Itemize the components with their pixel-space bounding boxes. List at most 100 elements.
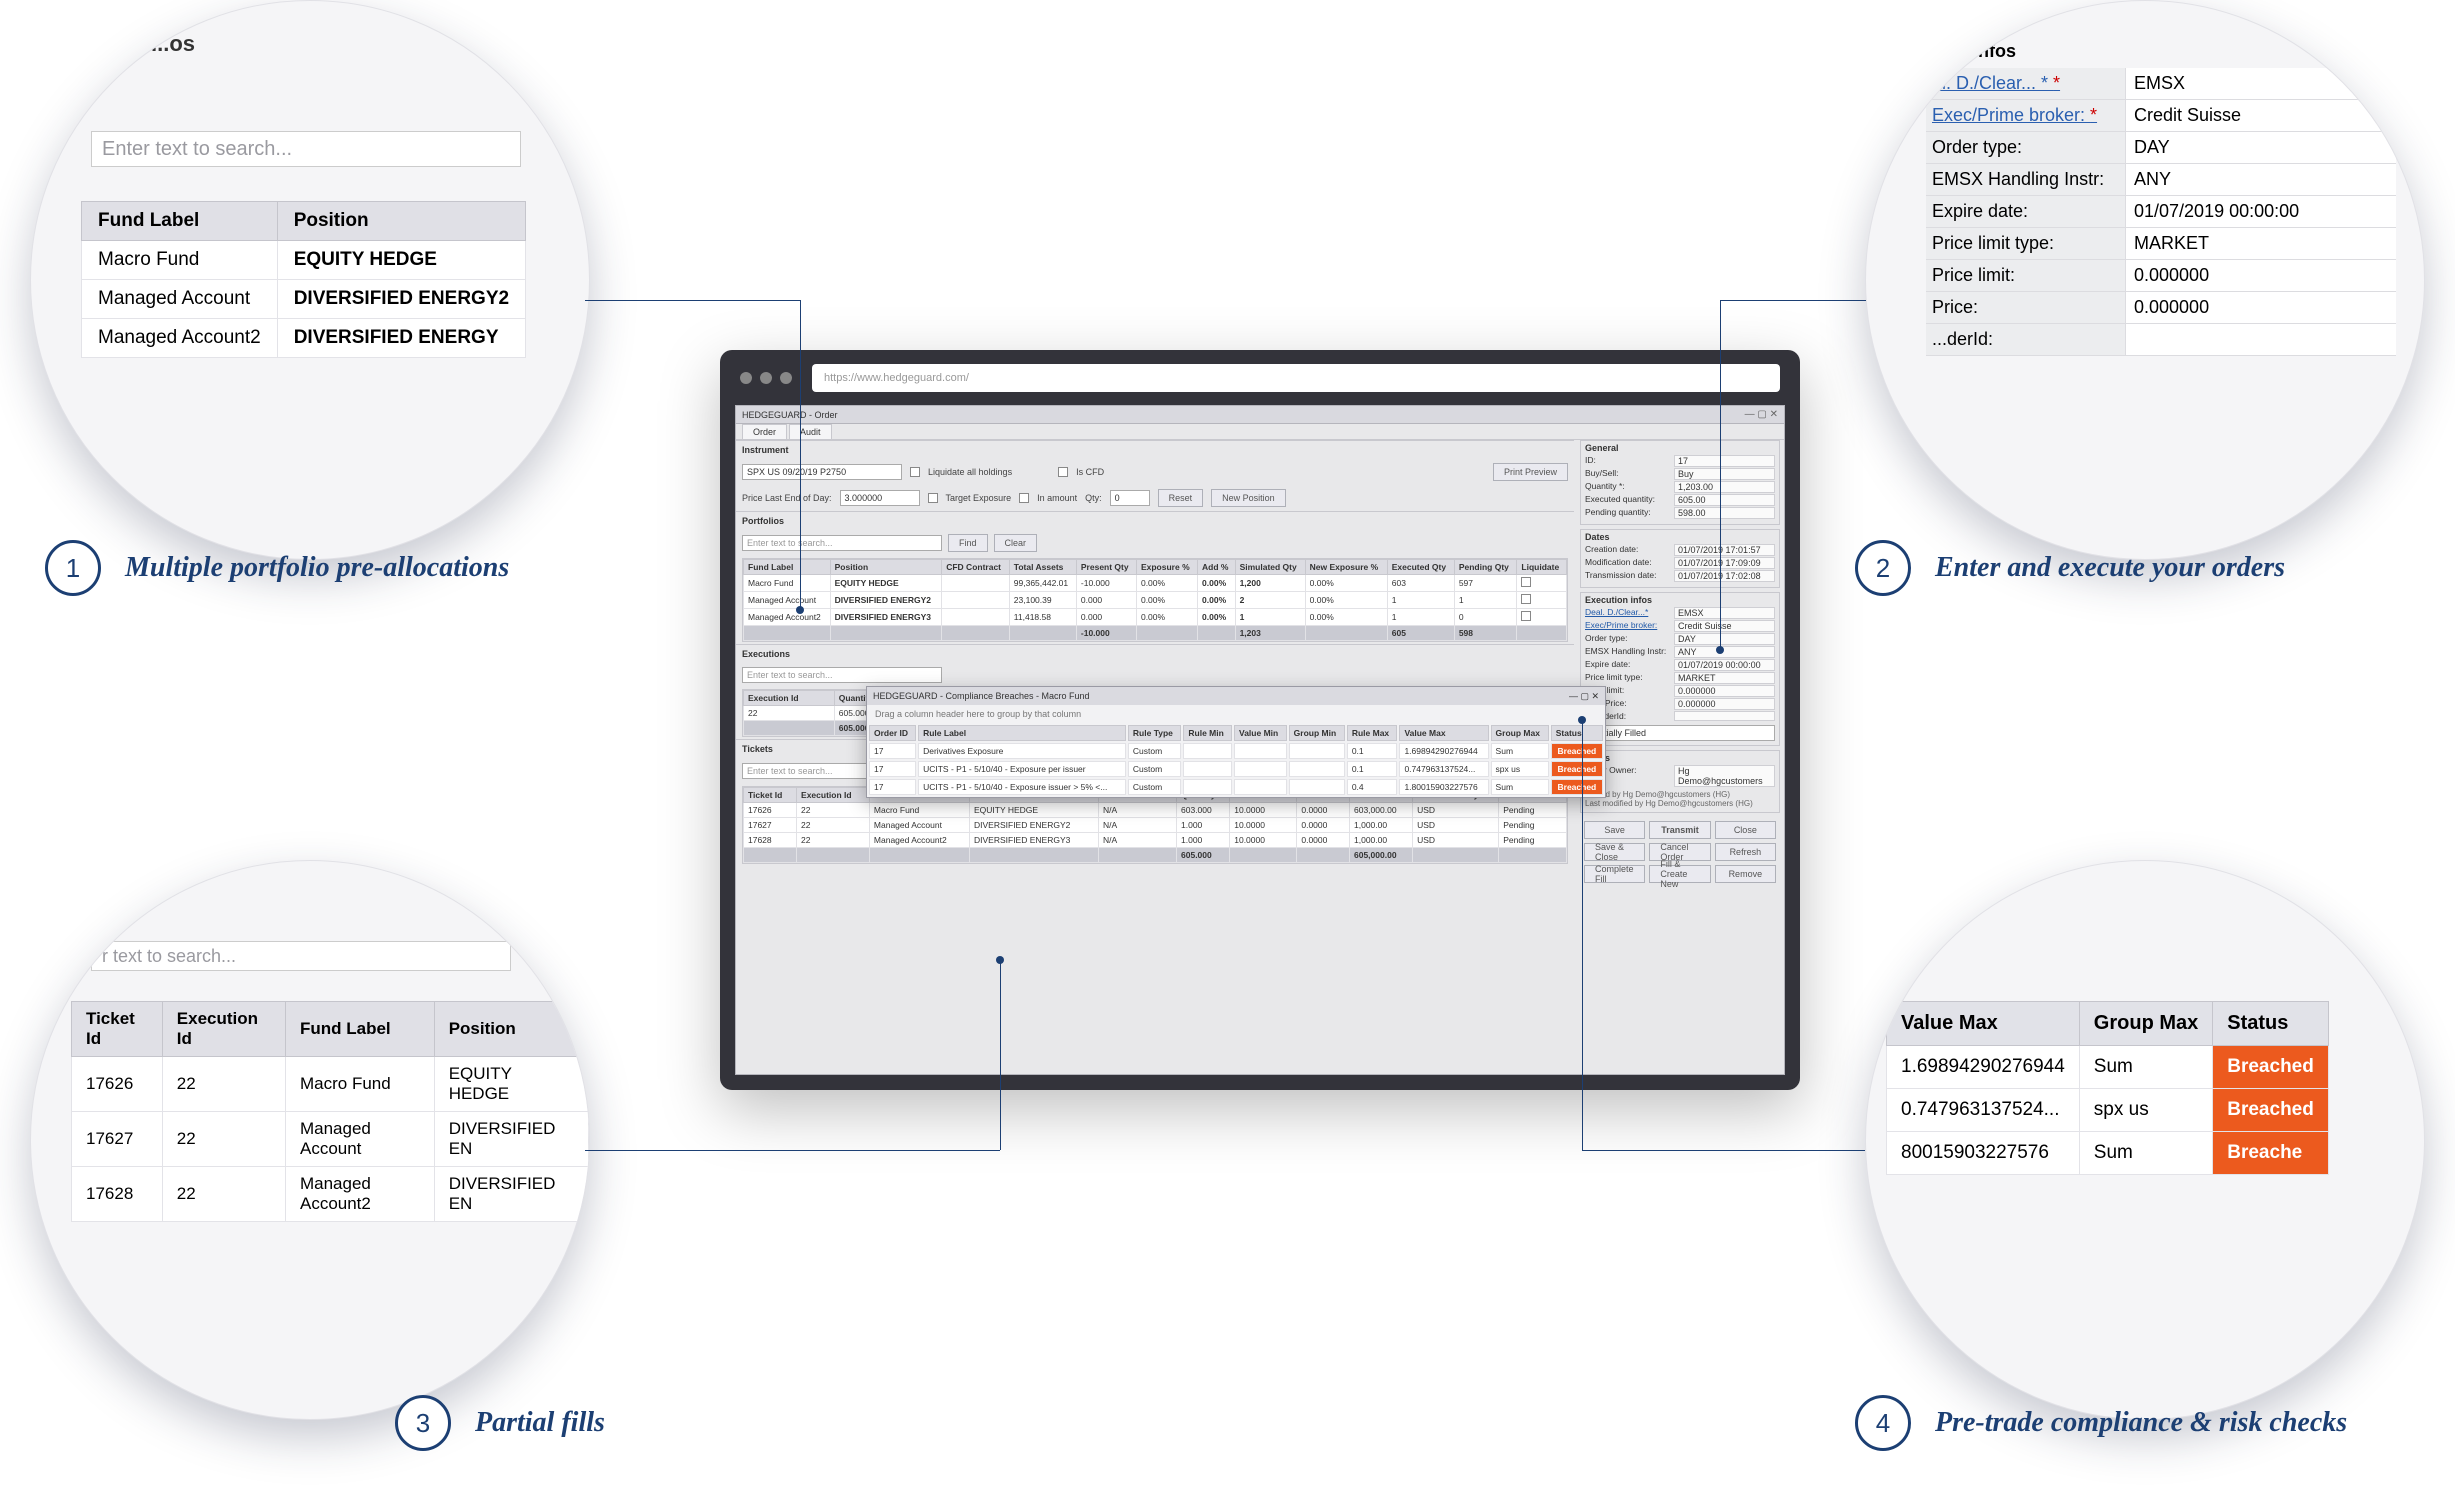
- column-header[interactable]: New Exposure %: [1305, 560, 1387, 575]
- price-label: Price Last End of Day:: [742, 493, 832, 503]
- table-row[interactable]: 17Derivatives ExposureCustom0.11.6989429…: [869, 743, 1603, 759]
- liquidate-row-checkbox[interactable]: [1521, 611, 1531, 621]
- column-header[interactable]: Pending Qty: [1454, 560, 1517, 575]
- column-header[interactable]: Simulated Qty: [1235, 560, 1305, 575]
- column-header[interactable]: Rule Max: [1347, 725, 1398, 741]
- save-close-button[interactable]: Save & Close: [1584, 843, 1645, 861]
- save-button[interactable]: Save: [1584, 821, 1645, 839]
- compliance-grid[interactable]: Order IDRule LabelRule TypeRule MinValue…: [867, 723, 1605, 797]
- dot-icon: [740, 372, 752, 384]
- kv-value[interactable]: 0.000000: [1674, 685, 1775, 697]
- kv-row: Order type:DAY: [1585, 633, 1775, 645]
- liquidate-checkbox[interactable]: [910, 467, 920, 477]
- column-header[interactable]: Executed Qty: [1387, 560, 1454, 575]
- kv-value[interactable]: ANY: [1674, 646, 1775, 658]
- liquidate-row-checkbox[interactable]: [1521, 577, 1531, 587]
- kv-value[interactable]: Credit Suisse: [1674, 620, 1775, 632]
- column-header[interactable]: Status: [1551, 725, 1603, 741]
- table-row[interactable]: Macro FundEQUITY HEDGE99,365,442.01-10.0…: [744, 575, 1567, 592]
- column-header[interactable]: Total Assets: [1009, 560, 1076, 575]
- iscfd-checkbox[interactable]: [1058, 467, 1068, 477]
- print-preview-button[interactable]: Print Preview: [1493, 463, 1568, 481]
- kv-value[interactable]: 17: [1674, 455, 1775, 467]
- column-header[interactable]: Rule Min: [1183, 725, 1232, 741]
- price-input[interactable]: 3.000000: [840, 490, 920, 506]
- table-row[interactable]: 17UCITS - P1 - 5/10/40 - Exposure issuer…: [869, 779, 1603, 795]
- table-row[interactable]: 1762822Managed Account2DIVERSIFIED ENERG…: [744, 833, 1567, 848]
- kv-value[interactable]: 01/07/2019 17:02:08: [1674, 570, 1775, 582]
- right-sidebar: General ID:17Buy/Sell:BuyQuantity *:1,20…: [1580, 440, 1780, 887]
- column-header[interactable]: Group Max: [1491, 725, 1549, 741]
- refresh-button[interactable]: Refresh: [1715, 843, 1776, 861]
- kv-key: Price limit type:: [1585, 672, 1670, 684]
- table-row[interactable]: Managed Account2DIVERSIFIED ENERGY311,41…: [744, 609, 1567, 626]
- transmit-button[interactable]: Transmit: [1649, 821, 1710, 839]
- connector-dot-icon: [1578, 716, 1586, 724]
- kv-value[interactable]: 1,203.00: [1674, 481, 1775, 493]
- table-row[interactable]: Managed AccountDIVERSIFIED ENERGY223,100…: [744, 592, 1567, 609]
- column-header[interactable]: Value Min: [1234, 725, 1287, 741]
- kv-value[interactable]: DAY: [1674, 633, 1775, 645]
- remove-button[interactable]: Remove: [1715, 865, 1776, 883]
- lens-partial-fills: r text to search... Ticket IdExecution I…: [30, 860, 590, 1420]
- column-header[interactable]: Value Max: [1399, 725, 1488, 741]
- clear-button[interactable]: Clear: [994, 534, 1038, 552]
- column-header[interactable]: Execution Id: [744, 691, 835, 706]
- table-row[interactable]: 1762622Macro FundEQUITY HEDGEN/A603.0001…: [744, 803, 1567, 818]
- inamount-checkbox[interactable]: [1019, 493, 1029, 503]
- target-exposure-checkbox[interactable]: [928, 493, 938, 503]
- reset-button[interactable]: Reset: [1158, 489, 1204, 507]
- column-header[interactable]: Exposure %: [1136, 560, 1197, 575]
- portfolio-search-input[interactable]: Enter text to search...: [742, 535, 942, 551]
- qty-input[interactable]: 0: [1110, 490, 1150, 506]
- lens1-search: Enter text to search...: [91, 131, 521, 167]
- url-bar[interactable]: https://www.hedgeguard.com/: [812, 364, 1780, 392]
- kv-value[interactable]: 598.00: [1674, 507, 1775, 519]
- liquidate-label: Liquidate all holdings: [928, 467, 1012, 477]
- column-header[interactable]: Rule Type: [1128, 725, 1181, 741]
- dates-block: Dates Creation date:01/07/2019 17:01:57M…: [1580, 529, 1780, 588]
- owner-value[interactable]: Hg Demo@hgcustomers: [1674, 765, 1775, 787]
- portfolios-label: Portfolios: [736, 512, 1574, 530]
- kv-row: Exec/Prime broker:Credit Suisse: [1585, 620, 1775, 632]
- column-header[interactable]: CFD Contract: [942, 560, 1010, 575]
- kv-value[interactable]: 0.000000: [1674, 698, 1775, 710]
- target-exposure-label: Target Exposure: [946, 493, 1012, 503]
- column-header[interactable]: Rule Label: [918, 725, 1126, 741]
- liquidate-row-checkbox[interactable]: [1521, 594, 1531, 604]
- portfolios-grid[interactable]: Fund LabelPositionCFD ContractTotal Asse…: [742, 558, 1568, 642]
- kv-value[interactable]: 01/07/2019 00:00:00: [1674, 659, 1775, 671]
- column-header[interactable]: Present Qty: [1076, 560, 1136, 575]
- close-button[interactable]: Close: [1715, 821, 1776, 839]
- window-buttons[interactable]: — ▢ ✕: [1745, 409, 1778, 420]
- column-header[interactable]: Add %: [1198, 560, 1236, 575]
- new-position-button[interactable]: New Position: [1211, 489, 1286, 507]
- kv-value[interactable]: MARKET: [1674, 672, 1775, 684]
- tab-order[interactable]: Order: [742, 424, 787, 439]
- complete-fill-button[interactable]: Complete Fill: [1584, 865, 1645, 883]
- column-header[interactable]: Ticket Id: [744, 788, 797, 803]
- instrument-label: Instrument: [736, 441, 1574, 459]
- kv-value[interactable]: 01/07/2019 17:01:57: [1674, 544, 1775, 556]
- lens-portfolios: ...os Enter text to search... Fund Label…: [30, 0, 590, 560]
- find-button[interactable]: Find: [948, 534, 988, 552]
- column-header[interactable]: Group Min: [1289, 725, 1345, 741]
- column-header[interactable]: Order ID: [869, 725, 916, 741]
- fill-create-new-button[interactable]: Fill & Create New: [1649, 865, 1710, 883]
- tab-audit[interactable]: Audit: [789, 424, 832, 439]
- kv-value[interactable]: 605.00: [1674, 494, 1775, 506]
- instrument-name-input[interactable]: SPX US 09/20/19 P2750: [742, 464, 902, 480]
- column-header[interactable]: Position: [830, 560, 942, 575]
- kv-row: EMSX Handling Instr:ANY: [1585, 646, 1775, 658]
- table-row[interactable]: 1762722Managed AccountDIVERSIFIED ENERGY…: [744, 818, 1567, 833]
- column-header[interactable]: Execution Id: [797, 788, 870, 803]
- kv-value[interactable]: 01/07/2019 17:09:09: [1674, 557, 1775, 569]
- kv-value[interactable]: Buy: [1674, 468, 1775, 480]
- kv-value[interactable]: EMSX: [1674, 607, 1775, 619]
- column-header[interactable]: Fund Label: [744, 560, 831, 575]
- compliance-window-buttons[interactable]: — ▢ ✕: [1569, 691, 1599, 702]
- table-row[interactable]: 17UCITS - P1 - 5/10/40 - Exposure per is…: [869, 761, 1603, 777]
- executions-search-input[interactable]: Enter text to search...: [742, 667, 942, 683]
- kv-value[interactable]: [1674, 711, 1775, 721]
- column-header[interactable]: Liquidate: [1517, 560, 1567, 575]
